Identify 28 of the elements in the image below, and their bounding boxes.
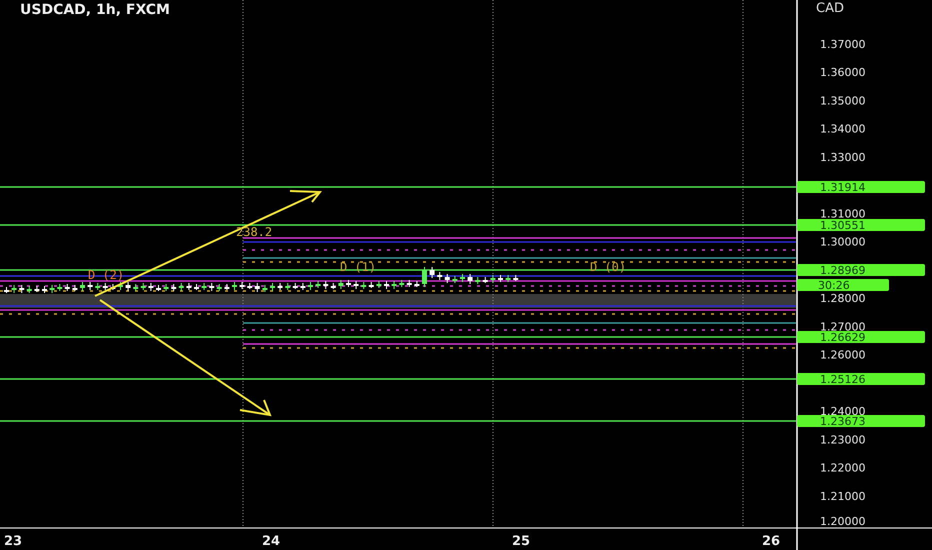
price-axis-label: 1.22000 [820,462,866,475]
price-axis-label: 1.23000 [820,433,866,446]
price-axis-label: 1.31000 [820,207,866,220]
price-axis-label: 1.26000 [820,348,866,362]
price-axis-label: 1.28000 [820,292,866,306]
time-axis-label: 24 [262,534,280,549]
level-price-tag: 1.28969 [797,264,925,277]
level-price-tag: 1.23673 [797,415,925,428]
time-axis-label: 23 [4,534,22,549]
level-price-tag: 1.26629 [797,331,925,344]
price-axis-label: 1.27000 [820,320,866,334]
fib-label: 238.2 [236,225,272,239]
price-axis-label: 1.37000 [820,38,866,51]
currency-label: CAD [816,1,844,16]
price-axis-label: 1.20000 [820,515,866,528]
price-axis-label: 1.33000 [820,150,866,164]
time-axis-label: 25 [512,534,530,549]
price-axis-label: 1.21000 [820,490,866,503]
level-price-tag: 1.30551 [797,219,925,232]
price-axis-label: 1.36000 [820,66,866,80]
countdown-tag: 30:26 [797,279,889,292]
time-axis-label: 26 [762,534,780,549]
price-axis-label: 1.34000 [820,122,866,136]
chart-title: USDCAD, 1h, FXCM [20,2,170,18]
price-axis-label: 1.30000 [820,236,866,249]
level-price-tag: 1.25126 [797,373,925,386]
level-price-tag: 1.31914 [797,181,925,194]
price-axis-label: 1.35000 [820,94,866,108]
